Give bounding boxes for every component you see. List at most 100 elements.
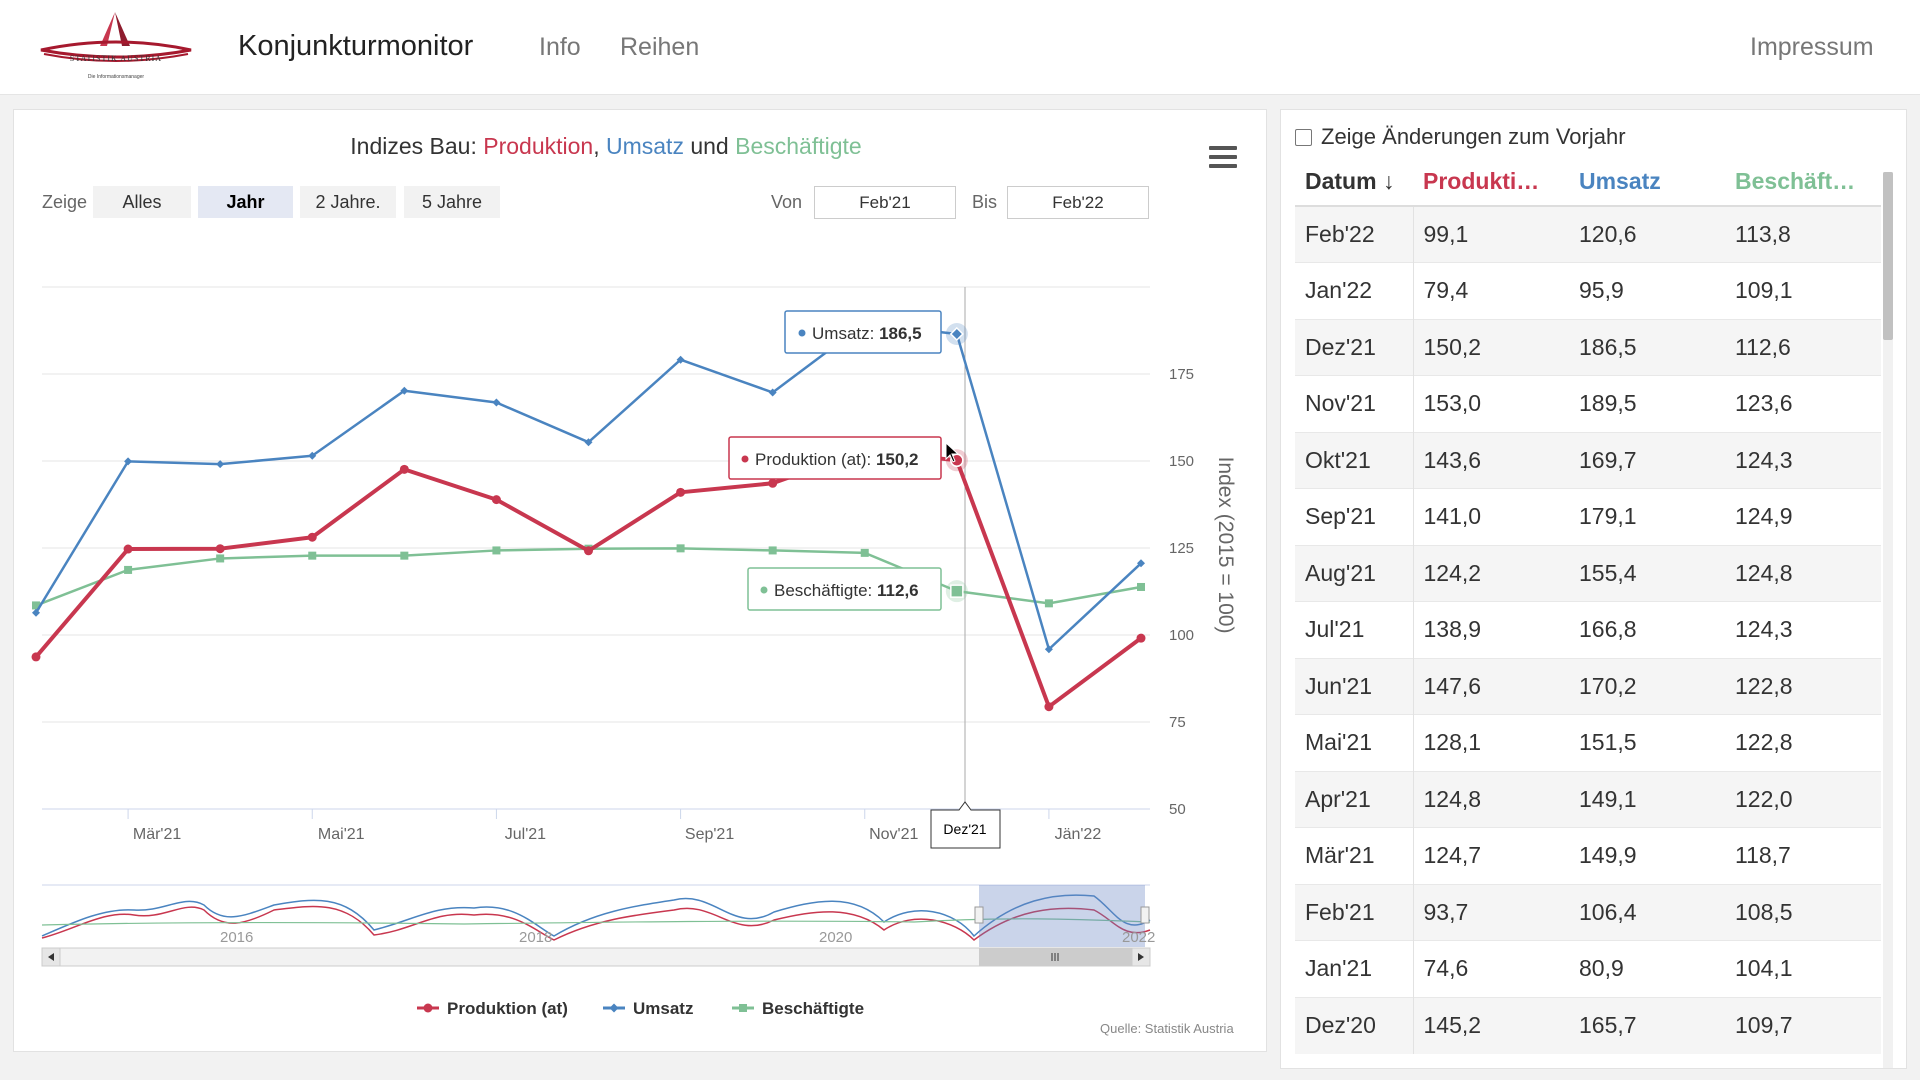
data-point-beschaeftigte[interactable] bbox=[1137, 582, 1145, 591]
from-date-input[interactable]: Feb'21 bbox=[814, 186, 956, 219]
hamburger-menu-icon[interactable] bbox=[1209, 146, 1237, 170]
table-scrollbar[interactable] bbox=[1883, 172, 1893, 1068]
legend-item-beschaeftigte[interactable]: Beschäftigte bbox=[732, 999, 864, 1018]
app-title[interactable]: Konjunkturmonitor bbox=[238, 30, 473, 63]
cell-produktion: 138,9 bbox=[1413, 601, 1569, 658]
data-point-beschaeftigte[interactable] bbox=[676, 544, 685, 553]
table-row[interactable]: Sep'21 141,0 179,1 124,9 bbox=[1295, 488, 1881, 545]
data-point-produktion[interactable] bbox=[1136, 633, 1146, 643]
data-point-beschaeftigte[interactable] bbox=[768, 546, 777, 555]
table-row[interactable]: Dez'21 150,2 186,5 112,6 bbox=[1295, 318, 1881, 376]
to-date-input[interactable]: Feb'22 bbox=[1007, 186, 1149, 219]
table-row[interactable]: Aug'21 124,2 155,4 124,8 bbox=[1295, 544, 1881, 602]
cell-produktion: 150,2 bbox=[1413, 318, 1569, 376]
cell-umsatz: 95,9 bbox=[1569, 262, 1725, 319]
nav-info[interactable]: Info bbox=[539, 33, 581, 62]
tooltip-besch-value: 112,6 bbox=[877, 581, 919, 600]
source-credit[interactable]: Quelle: Statistik Austria bbox=[1100, 1021, 1234, 1036]
cell-umsatz: 186,5 bbox=[1569, 318, 1725, 376]
cell-umsatz: 179,1 bbox=[1569, 488, 1725, 545]
data-point-beschaeftigte[interactable] bbox=[1044, 599, 1053, 608]
chart-title-umsatz: Umsatz bbox=[606, 133, 684, 159]
cell-beschaeftigte: 109,1 bbox=[1725, 262, 1881, 319]
cell-beschaeftigte: 108,5 bbox=[1725, 883, 1881, 941]
cell-beschaeftigte: 122,8 bbox=[1725, 714, 1881, 771]
nav-reihen[interactable]: Reihen bbox=[620, 33, 699, 62]
yoy-checkbox[interactable] bbox=[1295, 128, 1312, 146]
data-point-beschaeftigte[interactable] bbox=[492, 546, 501, 555]
table-row[interactable]: Okt'21 143,6 169,7 124,3 bbox=[1295, 431, 1881, 489]
table-row[interactable]: Nov'21 153,0 189,5 123,6 bbox=[1295, 375, 1881, 432]
tooltip-produktion: Produktion (at): 150,2 bbox=[728, 436, 942, 480]
table-row[interactable]: Jan'21 74,6 80,9 104,1 bbox=[1295, 940, 1881, 997]
statistik-austria-logo[interactable]: STATISTIK AUSTRIA Die Informationsmanage… bbox=[36, 10, 196, 82]
data-point-produktion[interactable] bbox=[768, 478, 778, 488]
cell-datum: Feb'22 bbox=[1295, 205, 1414, 263]
data-point-beschaeftigte[interactable] bbox=[216, 554, 225, 563]
column-header-produktion[interactable]: Produkti… bbox=[1413, 158, 1569, 207]
table-row[interactable]: Jul'21 138,9 166,8 124,3 bbox=[1295, 601, 1881, 658]
data-point-beschaeftigte[interactable] bbox=[860, 548, 869, 557]
range-button-alles[interactable]: Alles bbox=[93, 186, 191, 218]
data-point-produktion[interactable] bbox=[123, 544, 133, 554]
data-point-beschaeftigte[interactable] bbox=[308, 551, 317, 560]
cell-produktion: 143,6 bbox=[1413, 431, 1569, 489]
data-point-produktion[interactable] bbox=[584, 546, 593, 556]
tooltip-beschaeftigte: Beschäftigte: 112,6 bbox=[747, 567, 942, 611]
navigator-scrollbar[interactable] bbox=[41, 947, 1151, 967]
logo-subtext: Die Informationsmanager bbox=[88, 74, 144, 80]
data-point-produktion[interactable] bbox=[491, 495, 501, 505]
navigator-handle-right[interactable] bbox=[1140, 906, 1150, 924]
navigator-handle-left[interactable] bbox=[974, 906, 984, 924]
chart-title-prefix: Indizes Bau: bbox=[350, 133, 483, 159]
legend-label-umsatz: Umsatz bbox=[633, 999, 693, 1018]
series-umsatz[interactable] bbox=[32, 319, 1145, 654]
table-row[interactable]: Jun'21 147,6 170,2 122,8 bbox=[1295, 657, 1881, 715]
chart-legend[interactable]: Produktion (at) Umsatz Beschäftigte bbox=[417, 999, 864, 1018]
range-label: Zeige bbox=[42, 192, 88, 212]
table-scroll-thumb[interactable] bbox=[1883, 172, 1893, 340]
legend-item-produktion[interactable]: Produktion (at) bbox=[417, 999, 568, 1018]
cell-beschaeftigte: 109,7 bbox=[1725, 996, 1881, 1054]
chart-title: Indizes Bau: Produktion, Umsatz und Besc… bbox=[350, 133, 861, 159]
data-point-produktion[interactable] bbox=[31, 652, 41, 662]
series-lines[interactable] bbox=[31, 319, 1146, 712]
cell-produktion: 141,0 bbox=[1413, 488, 1569, 545]
cell-produktion: 124,8 bbox=[1413, 770, 1569, 828]
table-row[interactable]: Dez'20 145,2 165,7 109,7 bbox=[1295, 996, 1881, 1054]
series-line-umsatz bbox=[34, 322, 1142, 651]
legend-item-umsatz[interactable]: Umsatz bbox=[603, 999, 693, 1018]
table-row[interactable]: Apr'21 124,8 149,1 122,0 bbox=[1295, 770, 1881, 828]
table-row[interactable]: Mai'21 128,1 151,5 122,8 bbox=[1295, 714, 1881, 771]
data-point-produktion[interactable] bbox=[399, 464, 409, 474]
logo-text: STATISTIK AUSTRIA bbox=[70, 54, 162, 63]
range-button-jahr[interactable]: Jahr bbox=[198, 186, 293, 218]
data-point-produktion[interactable] bbox=[215, 544, 225, 554]
column-header-datum[interactable]: Datum ↓ bbox=[1295, 158, 1413, 207]
table-row[interactable]: Jan'22 79,4 95,9 109,1 bbox=[1295, 262, 1881, 319]
range-button-5-jahre[interactable]: 5 Jahre bbox=[404, 186, 500, 218]
column-header-umsatz[interactable]: Umsatz bbox=[1569, 158, 1725, 207]
data-point-produktion[interactable] bbox=[1044, 702, 1054, 712]
data-point-umsatz[interactable] bbox=[492, 398, 501, 407]
table-row[interactable]: Mär'21 124,7 149,9 118,7 bbox=[1295, 827, 1881, 884]
data-point-beschaeftigte[interactable] bbox=[124, 565, 133, 574]
data-point-produktion[interactable] bbox=[307, 532, 317, 542]
cell-produktion: 147,6 bbox=[1413, 657, 1569, 715]
yoy-toggle[interactable]: Zeige Änderungen zum Vorjahr bbox=[1295, 124, 1626, 150]
cell-datum: Feb'21 bbox=[1295, 883, 1414, 941]
column-header-beschaeftigte[interactable]: Beschäft… bbox=[1725, 158, 1881, 207]
cell-produktion: 145,2 bbox=[1413, 996, 1569, 1054]
cell-produktion: 128,1 bbox=[1413, 714, 1569, 771]
navigator-selection[interactable] bbox=[979, 885, 1145, 947]
data-point-produktion[interactable] bbox=[676, 487, 686, 497]
range-button-2-jahre[interactable]: 2 Jahre. bbox=[300, 186, 396, 218]
table-body: Feb'22 99,1 120,6 113,8 Jan'22 79,4 95,9 109,1 D… bbox=[1295, 205, 1881, 1054]
nav-impressum[interactable]: Impressum bbox=[1750, 33, 1874, 62]
table-row[interactable]: Feb'22 99,1 120,6 113,8 bbox=[1295, 205, 1881, 263]
x-tick-label: Mai'21 bbox=[318, 826, 365, 843]
navigator[interactable]: 2016 2018 2020 2022 bbox=[41, 884, 1155, 947]
series-produktion[interactable] bbox=[31, 446, 1146, 712]
data-point-beschaeftigte[interactable] bbox=[400, 551, 409, 560]
table-row[interactable]: Feb'21 93,7 106,4 108,5 bbox=[1295, 883, 1881, 941]
